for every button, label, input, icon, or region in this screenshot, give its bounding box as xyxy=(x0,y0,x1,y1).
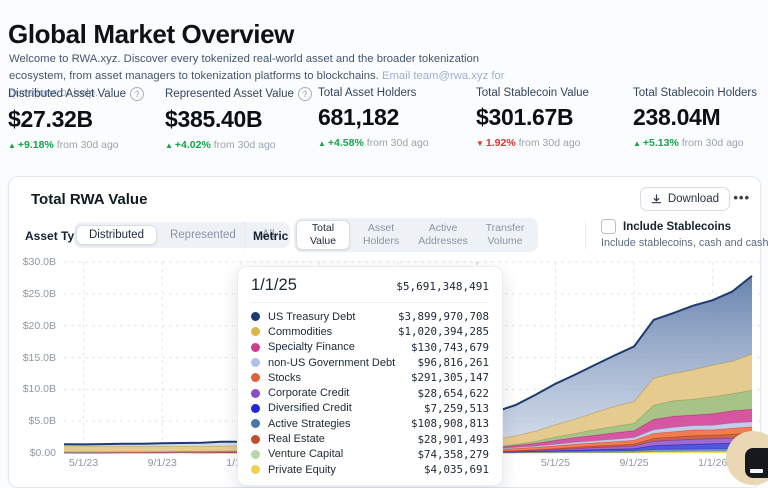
series-label: Venture Capital xyxy=(268,448,417,460)
series-label: Stocks xyxy=(268,372,411,384)
series-value: $4,035,691 xyxy=(424,463,489,476)
series-label: Commodities xyxy=(268,326,398,338)
stat-value: $301.67B xyxy=(476,104,633,131)
series-color-dot xyxy=(251,419,260,428)
page-title: Global Market Overview xyxy=(8,19,294,50)
stat-value: 238.04M xyxy=(633,104,757,131)
tooltip-row: Specialty Finance$130,743,679 xyxy=(251,340,489,355)
metric-option-transfer-volume[interactable]: Transfer Volume xyxy=(474,220,536,250)
tooltip-row: non-US Government Debt$96,816,261 xyxy=(251,355,489,370)
series-label: Active Strategies xyxy=(268,418,411,430)
stat-label: Total Stablecoin Holders xyxy=(633,87,757,99)
series-value: $291,305,147 xyxy=(411,371,489,384)
series-value: $3,899,970,708 xyxy=(398,310,489,323)
tooltip-rows: US Treasury Debt$3,899,970,708Commoditie… xyxy=(251,309,489,477)
tooltip-row: Diversified Credit$7,259,513 xyxy=(251,401,489,416)
download-icon xyxy=(651,194,662,205)
download-button[interactable]: Download xyxy=(640,187,730,211)
trend-arrow-icon: ▲ xyxy=(318,139,326,148)
metric-option-total-value[interactable]: Total Value xyxy=(296,220,350,250)
series-label: Private Equity xyxy=(268,464,424,476)
tooltip-total-value: $5,691,348,491 xyxy=(396,280,489,293)
series-value: $74,358,279 xyxy=(417,448,489,461)
series-value: $130,743,679 xyxy=(411,341,489,354)
series-label: Real Estate xyxy=(268,433,417,445)
metric-label: Metric xyxy=(253,229,288,243)
info-icon[interactable]: ? xyxy=(130,87,144,101)
stat-total-stablecoin-value: Total Stablecoin Value $301.67B ▼1.92% f… xyxy=(476,87,633,151)
series-value: $1,020,394,285 xyxy=(398,325,489,338)
tooltip-row: Real Estate$28,901,493 xyxy=(251,431,489,446)
tooltip-row: Venture Capital$74,358,279 xyxy=(251,447,489,462)
series-label: US Treasury Debt xyxy=(268,311,398,323)
stat-change: ▲+9.18% from 30d ago xyxy=(8,139,165,151)
series-value: $108,908,813 xyxy=(411,417,489,430)
stat-change: ▲+5.13% from 30d ago xyxy=(633,137,757,149)
stat-value: $385.40B xyxy=(165,106,318,133)
series-label: non-US Government Debt xyxy=(268,357,417,369)
trend-arrow-icon: ▲ xyxy=(633,139,641,148)
series-color-dot xyxy=(251,435,260,444)
stat-represented-asset-value: Represented Asset Value? $385.40B ▲+4.02… xyxy=(165,87,318,151)
asset-type-option-distributed[interactable]: Distributed xyxy=(76,225,157,245)
divider xyxy=(244,221,245,249)
series-color-dot xyxy=(251,465,260,474)
tooltip-row: Private Equity$4,035,691 xyxy=(251,462,489,477)
metric-option-active-addresses[interactable]: Active Addresses xyxy=(412,220,474,250)
stat-change: ▲+4.02% from 30d ago xyxy=(165,139,318,151)
divider xyxy=(585,221,586,249)
series-label: Specialty Finance xyxy=(268,341,411,353)
stat-change: ▼1.92% from 30d ago xyxy=(476,137,633,149)
stat-total-stablecoin-holders: Total Stablecoin Holders 238.04M ▲+5.13%… xyxy=(633,87,757,151)
tooltip-divider xyxy=(251,302,489,303)
series-color-dot xyxy=(251,358,260,367)
stat-value: $27.32B xyxy=(8,106,165,133)
filter-row: Asset Type Distributed Represented All M… xyxy=(9,218,760,258)
stat-label: Total Asset Holders xyxy=(318,87,476,99)
series-value: $28,654,622 xyxy=(417,387,489,400)
chat-widget-button[interactable] xyxy=(745,448,768,478)
series-label: Diversified Credit xyxy=(268,402,424,414)
include-stablecoins-checkbox[interactable] xyxy=(601,219,616,234)
series-value: $7,259,513 xyxy=(424,402,489,415)
include-stablecoins-sublabel: Include stablecoins, cash and cash-equiv… xyxy=(601,237,768,249)
stat-value: 681,182 xyxy=(318,104,476,131)
tooltip-row: Stocks$291,305,147 xyxy=(251,370,489,385)
tooltip-row: Commodities$1,020,394,285 xyxy=(251,324,489,339)
info-icon[interactable]: ? xyxy=(298,87,312,101)
series-color-dot xyxy=(251,389,260,398)
stat-distributed-asset-value: Distributed Asset Value? $27.32B ▲+9.18%… xyxy=(8,87,165,151)
trend-arrow-icon: ▲ xyxy=(8,141,16,150)
stat-label: Represented Asset Value? xyxy=(165,87,318,101)
series-color-dot xyxy=(251,450,260,459)
chart-tooltip: 1/1/25 $5,691,348,491 US Treasury Debt$3… xyxy=(237,266,503,486)
series-value: $28,901,493 xyxy=(417,433,489,446)
series-value: $96,816,261 xyxy=(417,356,489,369)
stat-label: Distributed Asset Value? xyxy=(8,87,165,101)
stat-change: ▲+4.58% from 30d ago xyxy=(318,137,476,149)
series-color-dot xyxy=(251,373,260,382)
trend-arrow-icon: ▼ xyxy=(476,139,484,148)
stats-row: Distributed Asset Value? $27.32B ▲+9.18%… xyxy=(8,87,768,151)
series-color-dot xyxy=(251,312,260,321)
tooltip-row: US Treasury Debt$3,899,970,708 xyxy=(251,309,489,324)
metric-segmented-control: Total Value Asset Holders Active Address… xyxy=(294,218,538,252)
include-stablecoins-label: Include Stablecoins xyxy=(623,221,731,233)
stat-total-asset-holders: Total Asset Holders 681,182 ▲+4.58% from… xyxy=(318,87,476,151)
tooltip-date: 1/1/25 xyxy=(251,276,297,295)
series-color-dot xyxy=(251,343,260,352)
card-title: Total RWA Value xyxy=(31,191,147,208)
series-color-dot xyxy=(251,327,260,336)
asset-type-option-represented[interactable]: Represented xyxy=(157,225,249,245)
stat-label: Total Stablecoin Value xyxy=(476,87,633,99)
tooltip-row: Active Strategies$108,908,813 xyxy=(251,416,489,431)
more-options-button[interactable]: ••• xyxy=(727,189,756,206)
series-color-dot xyxy=(251,404,260,413)
include-stablecoins-group: Include Stablecoins Include stablecoins,… xyxy=(601,219,768,249)
tooltip-row: Corporate Credit$28,654,622 xyxy=(251,385,489,400)
trend-arrow-icon: ▲ xyxy=(165,141,173,150)
metric-option-asset-holders[interactable]: Asset Holders xyxy=(350,220,412,250)
series-label: Corporate Credit xyxy=(268,387,417,399)
